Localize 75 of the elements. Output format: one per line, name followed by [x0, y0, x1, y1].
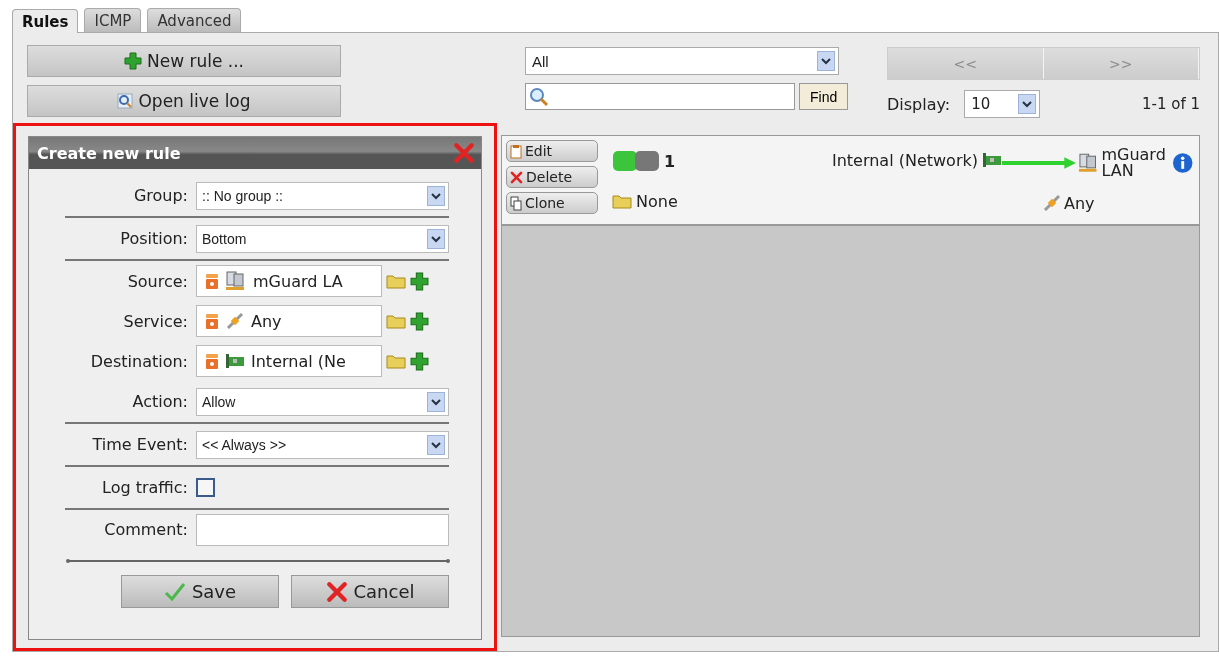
clone-button[interactable]: Clone: [506, 192, 598, 214]
clipboard-icon: [510, 143, 522, 159]
folder-icon[interactable]: [386, 273, 406, 289]
object-field[interactable]: mGuard LA: [196, 265, 382, 297]
dialog-title: Create new rule: [37, 143, 181, 163]
group-name: None: [636, 191, 678, 211]
cancel-icon: [325, 580, 348, 603]
copy-icon: [510, 195, 522, 211]
delete-button[interactable]: Delete: [506, 166, 598, 188]
search-icon: [529, 86, 549, 107]
trash-icon[interactable]: [205, 352, 219, 370]
dropdown[interactable]: Allow: [196, 387, 449, 416]
field-label: Position:: [119, 229, 188, 248]
folder-icon[interactable]: [612, 193, 632, 210]
new-rule-button[interactable]: New rule ...: [27, 45, 341, 77]
field-label: Service:: [122, 311, 188, 331]
add-icon: [410, 271, 429, 291]
search-field[interactable]: [525, 83, 795, 110]
field-label: Source:: [126, 271, 188, 291]
service-name: Any: [1064, 193, 1095, 213]
tab[interactable]: ICMP: [84, 8, 142, 32]
field-label: Destination:: [89, 351, 188, 371]
find-button[interactable]: Find: [799, 83, 849, 110]
display-label: Display:: [887, 94, 951, 114]
caret-icon: [427, 185, 445, 206]
field-label: Comment:: [103, 520, 188, 539]
tab[interactable]: Rules: [12, 9, 79, 33]
cable-icon: [1042, 193, 1062, 213]
caret-icon: [1018, 94, 1037, 114]
caret-icon: [427, 228, 445, 249]
dropdown[interactable]: :: No group ::: [196, 181, 449, 210]
object-field[interactable]: Internal (Ne: [196, 345, 382, 377]
cancel-button[interactable]: Cancel: [291, 575, 449, 608]
trash-icon[interactable]: [205, 272, 219, 290]
caret-icon: [427, 391, 445, 412]
caret-icon: [817, 51, 835, 71]
page-size-dropdown[interactable]: 10: [964, 90, 1041, 118]
result-count: 1-1 of 1: [1141, 95, 1200, 113]
network-card-icon: [982, 152, 1002, 168]
trash-icon[interactable]: [205, 312, 219, 330]
filter-dropdown[interactable]: All: [525, 47, 839, 75]
caret-icon: [427, 434, 445, 455]
network-card-icon: [225, 353, 245, 369]
plus-icon: [123, 52, 142, 70]
source-name: Internal (Network): [831, 150, 978, 170]
info-icon[interactable]: [1171, 152, 1193, 174]
add-icon: [410, 351, 429, 371]
field-label: Time Event:: [91, 435, 188, 454]
checkmark-icon: [163, 581, 186, 602]
save-button[interactable]: Save: [121, 575, 279, 608]
close-icon: [453, 142, 475, 164]
arrow-icon: [1002, 157, 1076, 169]
folder-icon[interactable]: [386, 313, 406, 329]
toggle-icon[interactable]: [612, 149, 660, 174]
dropdown[interactable]: Bottom: [196, 224, 449, 253]
computer-icon: [1078, 152, 1100, 174]
rule-number: 1: [664, 151, 676, 171]
magnifier-icon: [117, 93, 134, 109]
delete-icon: [510, 170, 523, 184]
folder-icon[interactable]: [386, 353, 406, 369]
dropdown[interactable]: << Always >>: [196, 430, 449, 459]
field-label: Action:: [131, 392, 188, 411]
add-icon: [410, 311, 429, 331]
edit-button[interactable]: Edit: [506, 140, 598, 162]
computer-icon: [225, 270, 247, 292]
field-label: Group:: [132, 186, 188, 205]
close-button[interactable]: [453, 142, 475, 164]
object-field[interactable]: Any: [196, 305, 382, 337]
field-label: Log traffic:: [101, 478, 188, 497]
live-log-button[interactable]: Open live log: [27, 85, 341, 117]
checkbox[interactable]: [196, 478, 215, 497]
tab[interactable]: Advanced: [147, 8, 242, 32]
cable-icon: [225, 311, 245, 331]
comment-field[interactable]: [196, 513, 449, 546]
destination-name: mGuard LAN: [1101, 147, 1167, 179]
